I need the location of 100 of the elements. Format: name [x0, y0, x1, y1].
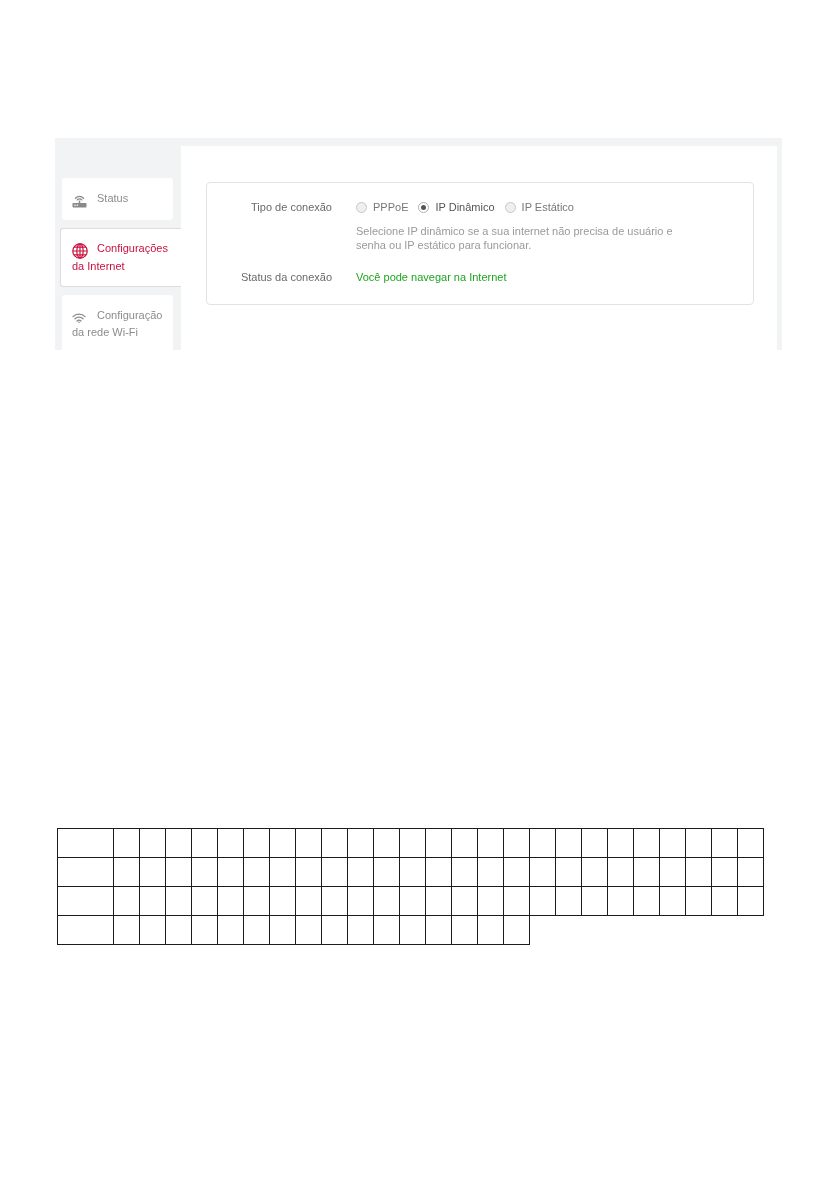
grid-cell [633, 828, 660, 858]
grid-cell [191, 886, 218, 916]
grid-cell [659, 857, 686, 887]
grid-cell [57, 886, 114, 916]
grid-cell [685, 828, 712, 858]
grid-cell [425, 857, 452, 887]
grid-cell [139, 915, 166, 945]
wifi-icon [72, 313, 86, 324]
grid-cell [217, 886, 244, 916]
grid-cell [581, 828, 608, 858]
grid-cell [139, 857, 166, 887]
grid-cell [347, 828, 374, 858]
grid-cell [503, 886, 530, 916]
grid-cell [243, 828, 270, 858]
grid-cell [295, 915, 322, 945]
grid-cell [191, 828, 218, 858]
grid-cell [139, 828, 166, 858]
grid-cell [57, 915, 114, 945]
grid-cell [451, 857, 478, 887]
grid-cell [711, 828, 738, 858]
grid-cell [529, 857, 556, 887]
grid-cell [373, 857, 400, 887]
grid-cell [269, 915, 296, 945]
grid-cell [191, 857, 218, 887]
grid-cell [347, 857, 374, 887]
grid-cell [555, 857, 582, 887]
grid-cell [217, 857, 244, 887]
grid-cell [737, 828, 764, 858]
grid-cell [269, 886, 296, 916]
grid-cell [217, 828, 244, 858]
grid-cell [607, 828, 634, 858]
grid-cell [399, 886, 426, 916]
radio-label[interactable]: IP Dinâmico [435, 200, 495, 214]
grid-cell [373, 886, 400, 916]
grid-cell [711, 857, 738, 887]
grid-cell [373, 915, 400, 945]
grid-cell [57, 857, 114, 887]
grid-cell [659, 886, 686, 916]
grid-cell [659, 828, 686, 858]
grid-cell [503, 857, 530, 887]
grid-cell [321, 886, 348, 916]
grid-cell [425, 886, 452, 916]
grid-cell [711, 886, 738, 916]
grid-cell [477, 857, 504, 887]
globe-icon [72, 243, 88, 260]
grid-cell [477, 828, 504, 858]
grid-cell [607, 886, 634, 916]
grid-cell [581, 857, 608, 887]
help-text: Selecione IP dinâmico se a sua internet não precisa de usuário e senha ou IP estático para funcionar. [356, 224, 674, 252]
grid-cell [399, 915, 426, 945]
status-text: Você pode navegar na Internet [356, 270, 507, 284]
radio-button[interactable] [356, 201, 367, 213]
grid-cell [113, 828, 140, 858]
grid-cell [425, 915, 452, 945]
grid-cell [607, 857, 634, 887]
grid-cell [165, 828, 192, 858]
sidebar-item[interactable]: Configurações da Internet [60, 228, 181, 288]
radio-label[interactable]: PPPoE [373, 200, 409, 214]
grid-cell [217, 915, 244, 945]
sidebar-item[interactable]: Status [62, 178, 173, 221]
grid-cell [269, 828, 296, 858]
grid-cell [399, 857, 426, 887]
grid-cell [243, 915, 270, 945]
radio-button[interactable] [504, 201, 516, 213]
grid-cell [113, 915, 140, 945]
grid-cell [451, 886, 478, 916]
grid-cell [165, 915, 192, 945]
grid-cell [321, 857, 348, 887]
grid-cell [243, 886, 270, 916]
grid-cell [113, 886, 140, 916]
router-icon [72, 194, 87, 209]
grid-cell [425, 828, 452, 858]
radio-label[interactable]: IP Estático [521, 200, 574, 214]
grid-cell [503, 828, 530, 858]
grid-cell [503, 915, 530, 945]
grid-cell [139, 886, 166, 916]
field-label: Status da conexão [239, 270, 332, 284]
grid-cell [347, 915, 374, 945]
grid-cell [685, 886, 712, 916]
grid-cell [295, 886, 322, 916]
grid-cell [555, 828, 582, 858]
grid-cell [321, 828, 348, 858]
grid-cell [633, 857, 660, 887]
grid-cell [295, 828, 322, 858]
sidebar-item[interactable]: Configuração da rede Wi-Fi [62, 295, 173, 350]
grid-cell [321, 915, 348, 945]
radio-button[interactable] [418, 201, 430, 213]
grid-cell [165, 857, 192, 887]
grid-cell [347, 886, 374, 916]
grid-cell [57, 828, 114, 858]
grid-cell [269, 857, 296, 887]
grid-cell [165, 886, 192, 916]
grid-cell [555, 886, 582, 916]
grid-cell [399, 828, 426, 858]
grid-cell [529, 886, 556, 916]
grid-cell [477, 886, 504, 916]
grid-cell [737, 886, 764, 916]
grid-cell [113, 857, 140, 887]
grid-cell [581, 886, 608, 916]
field-label: Tipo de conexão [250, 200, 332, 214]
